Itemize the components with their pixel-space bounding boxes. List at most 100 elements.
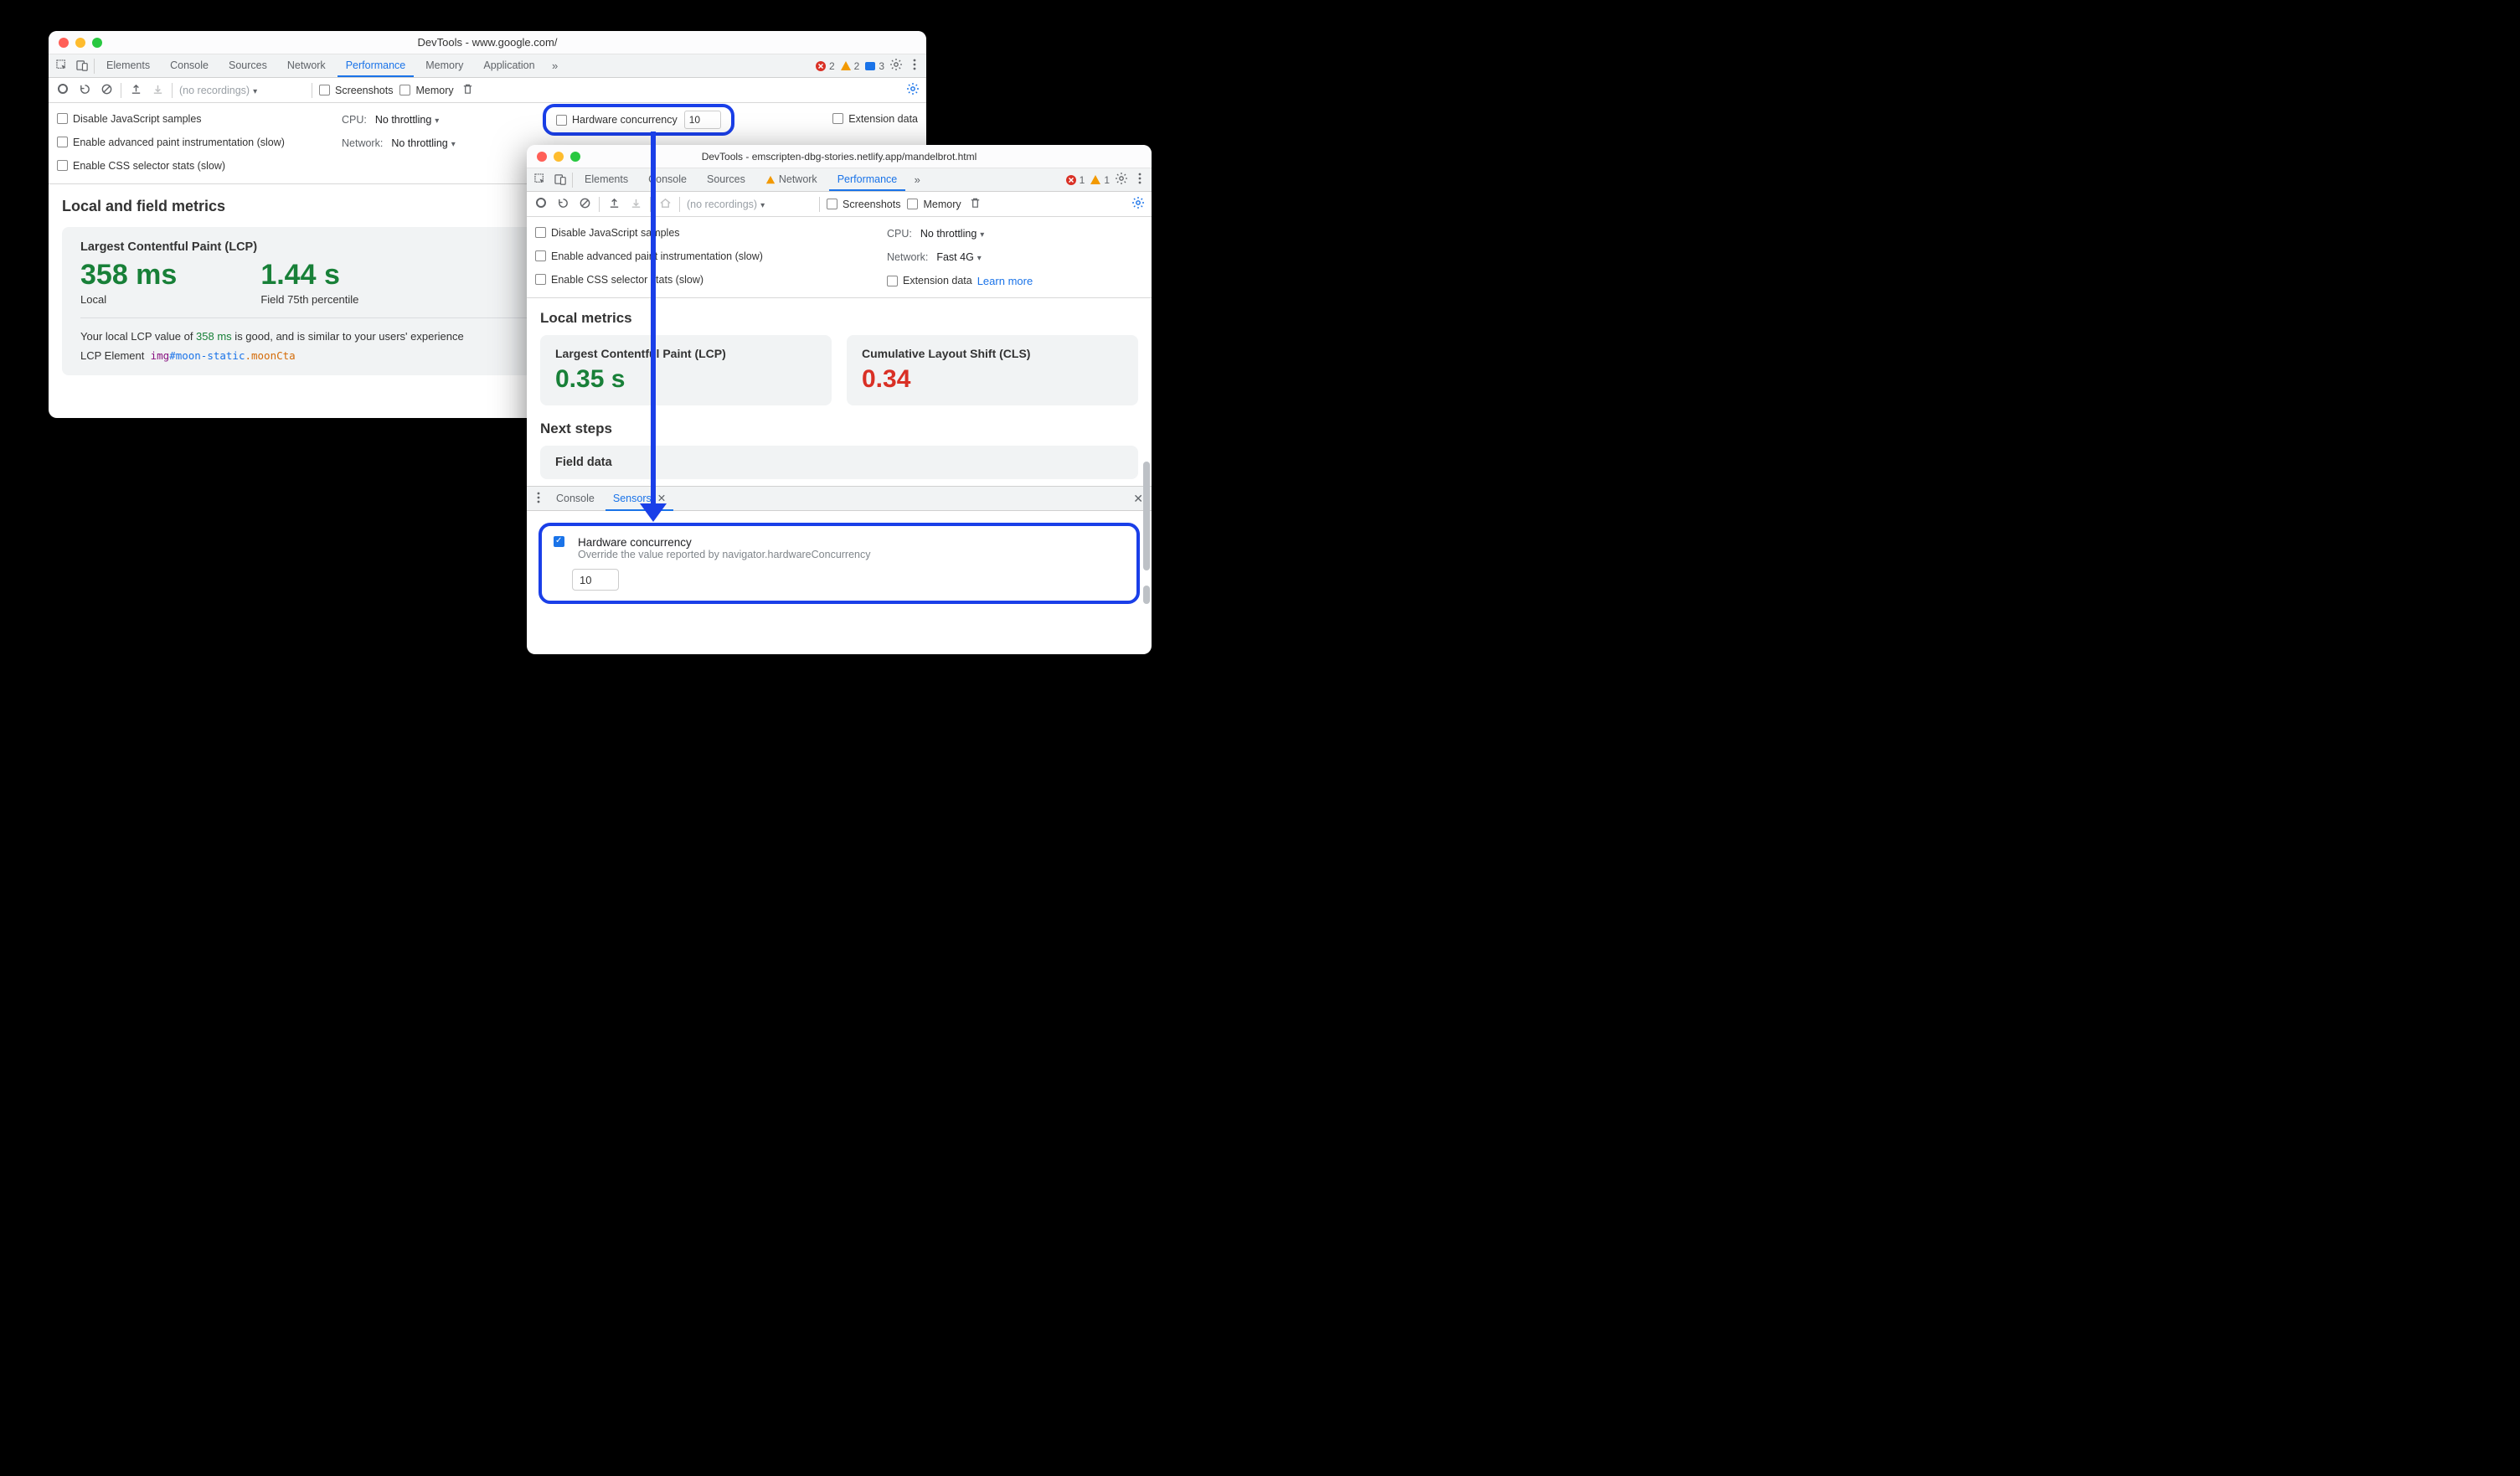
- cpu-label: CPU:: [887, 228, 912, 240]
- record-icon[interactable]: [533, 198, 549, 210]
- traffic-lights: [527, 152, 580, 162]
- network-select[interactable]: No throttling: [391, 137, 455, 149]
- lcp-title: Largest Contentful Paint (LCP): [555, 347, 817, 360]
- main-tabbar: Elements Console Sources Network Perform…: [527, 168, 1152, 192]
- sensor-title: Hardware concurrency: [578, 536, 871, 549]
- lcp-elem-tag[interactable]: img: [151, 349, 170, 362]
- upload-icon[interactable]: [128, 83, 143, 98]
- inspect-icon[interactable]: [54, 59, 70, 72]
- separator: [94, 59, 95, 74]
- record-icon[interactable]: [55, 84, 70, 96]
- more-tabs-icon[interactable]: [547, 59, 564, 72]
- extension-data-checkbox[interactable]: Extension data: [887, 275, 972, 286]
- tab-console[interactable]: Console: [162, 54, 217, 77]
- home-icon[interactable]: [657, 197, 673, 212]
- lcp-field-sub: Field 75th percentile: [260, 293, 358, 306]
- lcp-card: Largest Contentful Paint (LCP) 0.35 s: [540, 335, 832, 405]
- perf-toolbar: (no recordings) Screenshots Memory: [527, 192, 1152, 217]
- disable-js-checkbox[interactable]: Disable JavaScript samples: [535, 227, 680, 239]
- gc-icon[interactable]: [968, 197, 983, 212]
- tab-memory[interactable]: Memory: [417, 54, 472, 77]
- advanced-paint-checkbox[interactable]: Enable advanced paint instrumentation (s…: [535, 250, 763, 262]
- hw-concurrency-highlight: Hardware concurrency Override the value …: [539, 523, 1140, 604]
- download-icon[interactable]: [628, 197, 643, 212]
- zoom-icon[interactable]: [570, 152, 580, 162]
- tab-console[interactable]: Console: [640, 168, 695, 191]
- titlebar: DevTools - www.google.com/: [49, 31, 926, 54]
- kebab-icon[interactable]: [1133, 172, 1147, 188]
- minimize-icon[interactable]: [75, 38, 85, 48]
- hw-concurrency-input[interactable]: 10: [684, 111, 721, 129]
- sensors-panel: Hardware concurrency Override the value …: [527, 511, 1152, 616]
- clear-icon[interactable]: [99, 83, 114, 98]
- drawer-tab-console[interactable]: Console: [549, 487, 602, 511]
- capture-settings-gear-icon[interactable]: [1131, 199, 1145, 212]
- lcp-elem-id[interactable]: #moon-static: [169, 349, 245, 362]
- hw-concurrency-checkbox[interactable]: [554, 536, 564, 547]
- recordings-dropdown[interactable]: (no recordings): [687, 199, 812, 210]
- minimize-icon[interactable]: [554, 152, 564, 162]
- inspect-icon[interactable]: [532, 173, 549, 186]
- memory-checkbox[interactable]: Memory: [907, 199, 961, 210]
- reload-record-icon[interactable]: [77, 83, 92, 98]
- error-badge[interactable]: 1: [1065, 174, 1085, 186]
- network-select[interactable]: Fast 4G: [936, 251, 982, 263]
- tab-application[interactable]: Application: [475, 54, 543, 77]
- tab-performance[interactable]: Performance: [829, 168, 906, 191]
- tab-elements[interactable]: Elements: [98, 54, 158, 77]
- tab-network[interactable]: Network: [757, 168, 826, 191]
- upload-icon[interactable]: [606, 197, 621, 212]
- error-badge[interactable]: 2: [815, 60, 835, 72]
- scrollbar-thumb[interactable]: [1143, 462, 1150, 570]
- advanced-paint-checkbox[interactable]: Enable advanced paint instrumentation (s…: [57, 137, 285, 148]
- recordings-dropdown[interactable]: (no recordings): [179, 85, 305, 96]
- disable-js-checkbox[interactable]: Disable JavaScript samples: [57, 113, 202, 125]
- traffic-lights: [49, 38, 102, 48]
- drawer-kebab-icon[interactable]: [532, 491, 545, 507]
- hw-concurrency-input[interactable]: 10: [572, 569, 619, 591]
- learn-more-link[interactable]: Learn more: [977, 275, 1033, 287]
- separator: [679, 197, 680, 212]
- separator: [599, 197, 600, 212]
- memory-checkbox[interactable]: Memory: [399, 85, 453, 96]
- drawer-tabbar: Console Sensors ✕ ✕: [527, 486, 1152, 511]
- scrollbar[interactable]: [1143, 462, 1150, 654]
- next-steps-heading: Next steps: [540, 421, 1138, 437]
- download-icon[interactable]: [150, 83, 165, 98]
- tab-sources[interactable]: Sources: [698, 168, 754, 191]
- css-selector-checkbox[interactable]: Enable CSS selector stats (slow): [57, 160, 225, 172]
- close-icon[interactable]: [59, 38, 69, 48]
- clear-icon[interactable]: [577, 197, 592, 212]
- tab-performance[interactable]: Performance: [338, 54, 415, 77]
- scrollbar-thumb[interactable]: [1143, 586, 1150, 604]
- capture-settings-icear-icon[interactable]: [906, 85, 920, 98]
- screenshots-checkbox[interactable]: Screenshots: [827, 199, 900, 210]
- device-toggle-icon[interactable]: [74, 59, 90, 72]
- separator: [572, 173, 573, 188]
- more-tabs-icon[interactable]: [909, 173, 925, 186]
- tab-sources[interactable]: Sources: [220, 54, 276, 77]
- device-toggle-icon[interactable]: [552, 173, 569, 186]
- cpu-select[interactable]: No throttling: [920, 228, 984, 240]
- gear-icon[interactable]: [889, 58, 903, 74]
- tab-network[interactable]: Network: [279, 54, 334, 77]
- extension-data-checkbox[interactable]: Extension data: [832, 113, 918, 125]
- hw-concurrency-checkbox[interactable]: Hardware concurrency: [556, 114, 678, 126]
- close-icon[interactable]: [537, 152, 547, 162]
- gc-icon[interactable]: [461, 83, 476, 98]
- cpu-label: CPU:: [342, 114, 367, 126]
- close-tab-icon[interactable]: ✕: [657, 493, 666, 504]
- cpu-select[interactable]: No throttling: [375, 114, 439, 126]
- warning-badge[interactable]: 2: [840, 60, 860, 72]
- screenshots-checkbox[interactable]: Screenshots: [319, 85, 393, 96]
- info-badge[interactable]: 3: [864, 60, 884, 72]
- css-selector-checkbox[interactable]: Enable CSS selector stats (slow): [535, 274, 703, 286]
- zoom-icon[interactable]: [92, 38, 102, 48]
- window-title: DevTools - emscripten-dbg-stories.netlif…: [527, 151, 1152, 163]
- gear-icon[interactable]: [1115, 172, 1128, 188]
- kebab-icon[interactable]: [908, 58, 921, 74]
- tab-elements[interactable]: Elements: [576, 168, 636, 191]
- lcp-elem-class[interactable]: .moonCta: [245, 349, 295, 362]
- warning-badge[interactable]: 1: [1090, 174, 1110, 186]
- reload-record-icon[interactable]: [555, 197, 570, 212]
